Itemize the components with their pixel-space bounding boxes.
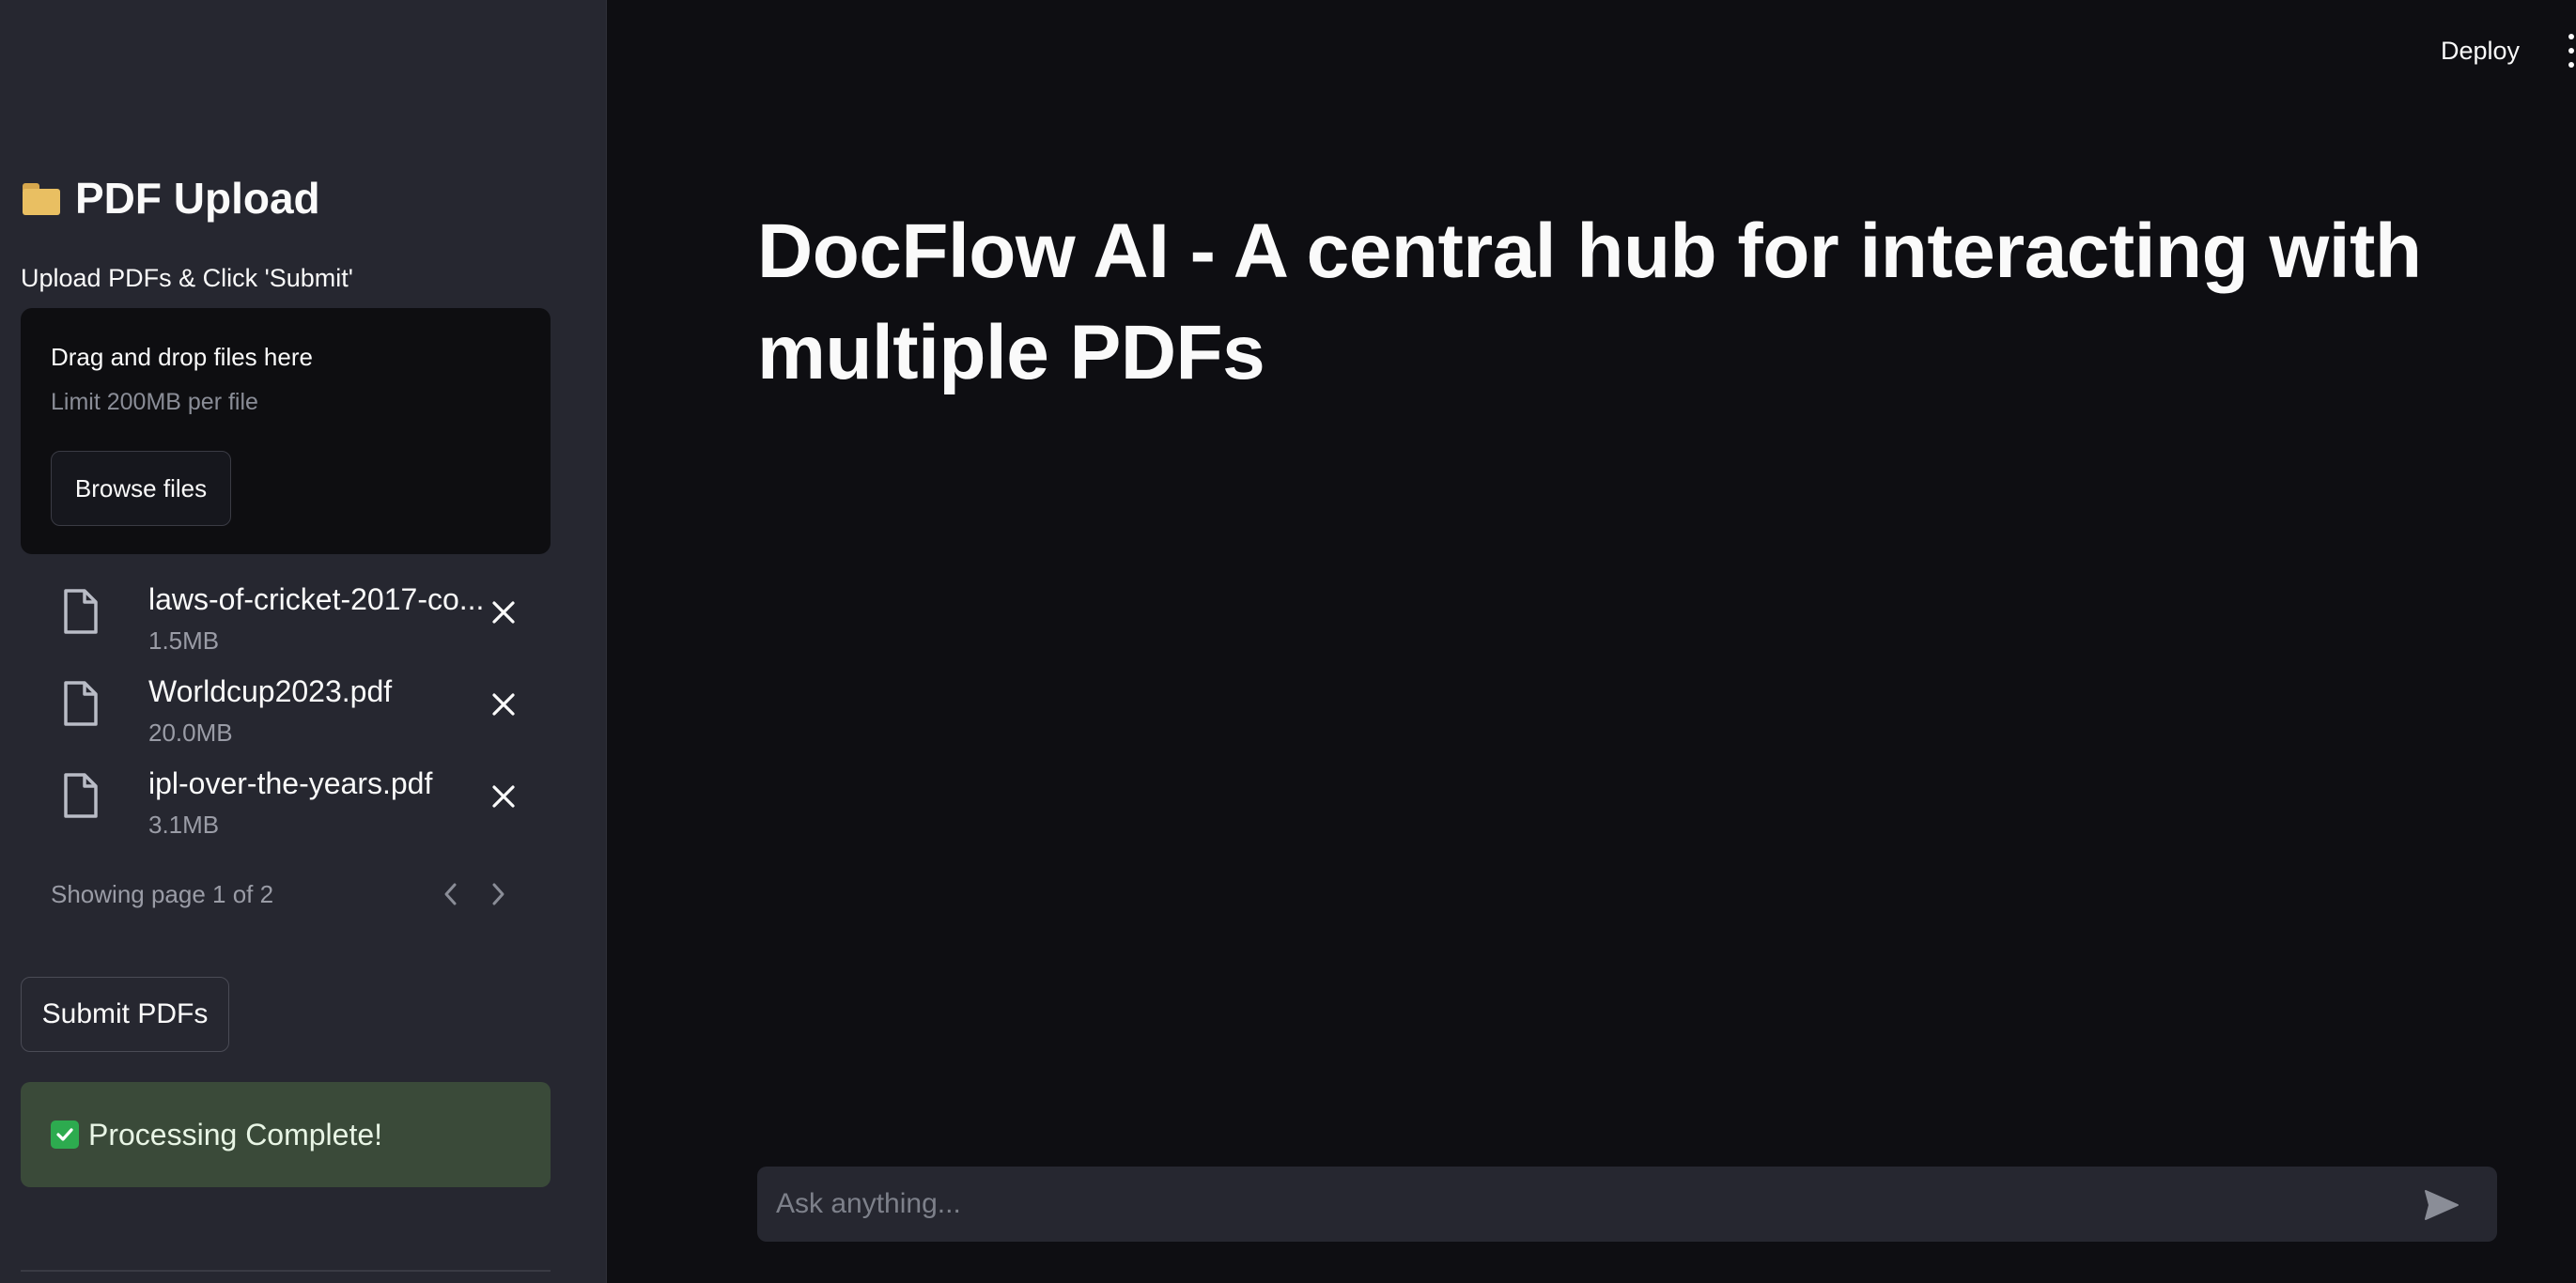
deploy-button[interactable]: Deploy: [2441, 32, 2520, 70]
sidebar-title: PDF Upload: [21, 165, 320, 231]
file-icon: [64, 589, 98, 634]
chevron-left-icon[interactable]: [434, 877, 468, 911]
chat-input-container: [757, 1167, 2497, 1242]
send-icon[interactable]: [2420, 1183, 2463, 1227]
dropzone-limit: Limit 200MB per file: [51, 389, 258, 415]
sidebar-title-text: PDF Upload: [75, 174, 320, 223]
browse-files-button[interactable]: Browse files: [51, 451, 231, 526]
uploaded-file-row: laws-of-cricket-2017-co... 1.5MB: [21, 575, 551, 665]
chat-input[interactable]: [774, 1167, 2409, 1242]
app-root: PDF Upload Upload PDFs & Click 'Submit' …: [0, 0, 2576, 1283]
status-success-alert: Processing Complete!: [21, 1082, 551, 1187]
file-icon: [64, 681, 98, 726]
file-size: 3.1MB: [148, 811, 220, 839]
status-text: Processing Complete!: [88, 1117, 383, 1152]
file-name: Worldcup2023.pdf: [148, 674, 393, 708]
close-icon[interactable]: [485, 594, 522, 631]
file-icon: [64, 773, 98, 818]
file-dropzone[interactable]: Drag and drop files here Limit 200MB per…: [21, 308, 551, 554]
uploaded-file-row: ipl-over-the-years.pdf 3.1MB: [21, 759, 551, 849]
folder-icon: [21, 181, 62, 215]
sidebar-divider: [21, 1270, 551, 1272]
check-icon: [51, 1121, 79, 1149]
file-size: 1.5MB: [148, 626, 220, 655]
sidebar: PDF Upload Upload PDFs & Click 'Submit' …: [0, 0, 607, 1283]
file-size: 20.0MB: [148, 719, 233, 747]
chevron-right-icon[interactable]: [481, 877, 515, 911]
dropzone-title: Drag and drop files here: [51, 343, 313, 371]
submit-pdfs-button[interactable]: Submit PDFs: [21, 977, 229, 1052]
page-title: DocFlow AI - A central hub for interacti…: [757, 209, 2422, 395]
pagination-text: Showing page 1 of 2: [51, 880, 274, 908]
uploader-label: Upload PDFs & Click 'Submit': [21, 264, 353, 292]
file-name: laws-of-cricket-2017-co...: [148, 582, 485, 616]
uploaded-file-row: Worldcup2023.pdf 20.0MB: [21, 667, 551, 757]
file-name: ipl-over-the-years.pdf: [148, 766, 433, 800]
close-icon[interactable]: [485, 686, 522, 723]
kebab-menu-icon[interactable]: [2567, 34, 2576, 68]
close-icon[interactable]: [485, 778, 522, 815]
main-content: Deploy DocFlow AI - A central hub for in…: [607, 0, 2576, 1283]
